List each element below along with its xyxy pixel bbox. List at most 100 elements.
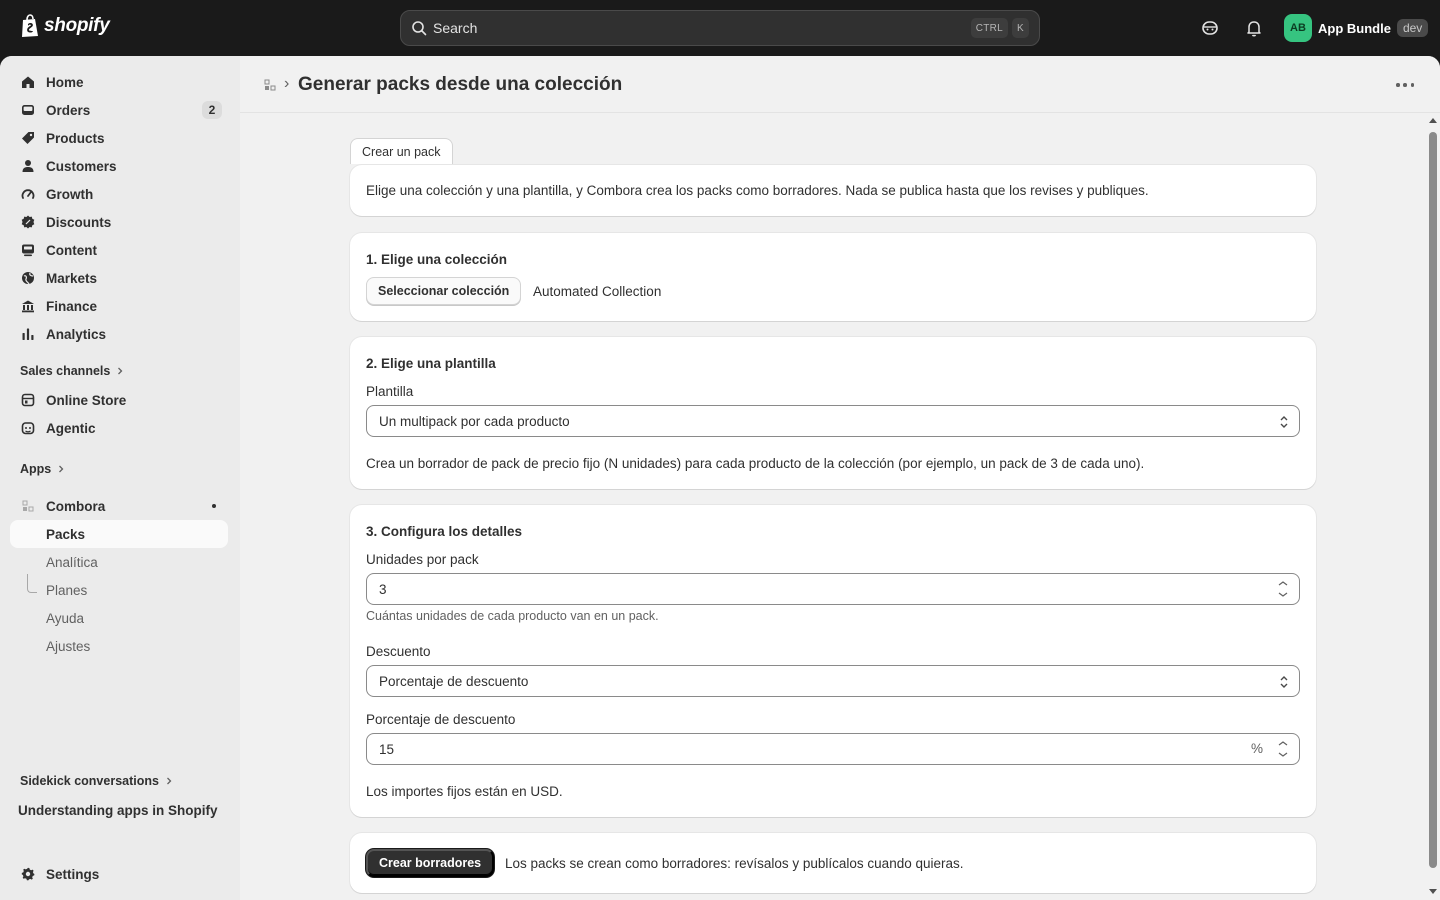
admin-frame: Home Orders 2 Products Customers Growth …	[0, 56, 1440, 900]
discount-icon	[20, 214, 36, 230]
sidebar-subitem-ajustes[interactable]: Ajustes	[10, 632, 228, 660]
sidebar-item-content[interactable]: Content	[10, 236, 228, 264]
select-updown-icon	[1280, 676, 1288, 688]
step2-heading: 2. Elige una plantilla	[366, 356, 496, 371]
app-grid-icon[interactable]	[264, 79, 276, 91]
page-header: › Generar packs desde una colección	[240, 56, 1440, 113]
app-grid-icon	[20, 498, 36, 514]
chevron-right-icon	[118, 367, 123, 375]
template-label: Plantilla	[366, 384, 414, 399]
gauge-icon	[20, 186, 36, 202]
sidebar-subitem-ayuda[interactable]: Ayuda	[10, 604, 228, 632]
sidebar: Home Orders 2 Products Customers Growth …	[0, 56, 240, 900]
content-icon	[20, 242, 36, 258]
sales-channels-header[interactable]: Sales channels	[20, 364, 124, 378]
step1-heading: 1. Elige una colección	[366, 252, 508, 267]
apps-header[interactable]: Apps	[20, 462, 65, 476]
sidebar-item-analytics[interactable]: Analytics	[10, 320, 228, 348]
sidekick-conversation-item[interactable]: Understanding apps in Shopify	[8, 796, 226, 824]
sidebar-item-growth[interactable]: Growth	[10, 180, 228, 208]
main-content: › Generar packs desde una colección Crea…	[240, 56, 1440, 900]
select-collection-button[interactable]: Seleccionar colección	[366, 277, 522, 305]
number-stepper-icon[interactable]	[1273, 577, 1293, 601]
bar-chart-icon	[20, 326, 36, 342]
select-updown-icon	[1280, 416, 1288, 428]
chevron-right-icon	[166, 777, 172, 785]
percent-value: 15	[379, 741, 395, 757]
sidebar-subitem-analitica[interactable]: Analítica	[10, 548, 228, 576]
shortcut-key-k: K	[1012, 18, 1029, 38]
account-menu[interactable]: AB App Bundle dev	[1284, 14, 1429, 42]
number-stepper-icon[interactable]	[1273, 737, 1293, 761]
step3-heading: 3. Configura los detalles	[366, 524, 523, 539]
create-drafts-button[interactable]: Crear borradores	[366, 849, 495, 877]
details-card: 3. Configura los detalles Unidades por p…	[350, 505, 1316, 817]
template-card: 2. Elige una plantilla Plantilla Un mult…	[350, 337, 1316, 489]
template-help: Crea un borrador de pack de precio fijo …	[366, 456, 1145, 471]
collection-card: 1. Elige una colección Seleccionar colec…	[350, 233, 1316, 321]
person-icon	[20, 158, 36, 174]
shortcut-key-ctrl: CTRL	[970, 18, 1009, 38]
gear-icon	[20, 866, 36, 882]
units-value: 3	[379, 581, 387, 597]
more-actions-icon[interactable]	[1396, 78, 1414, 92]
home-icon	[20, 74, 36, 90]
sidebar-item-online-store[interactable]: Online Store	[10, 386, 228, 414]
top-bar: shopify Search CTRL K AB App Bundle dev	[0, 0, 1440, 56]
scrollbar[interactable]	[1426, 116, 1438, 900]
store-icon	[20, 392, 36, 408]
sidebar-item-customers[interactable]: Customers	[10, 152, 228, 180]
shopify-logo[interactable]: shopify	[20, 14, 110, 38]
orders-count-badge: 2	[202, 101, 222, 119]
intro-text: Elige una colección y una plantilla, y C…	[366, 183, 1149, 198]
template-select[interactable]: Un multipack por cada producto	[366, 405, 1300, 437]
bank-icon	[20, 298, 36, 314]
search-icon	[412, 21, 427, 36]
globe-icon	[20, 270, 36, 286]
sidebar-item-combora[interactable]: Combora	[10, 492, 228, 520]
inbox-icon	[20, 102, 36, 118]
selected-collection: Automated Collection	[533, 284, 662, 299]
percent-suffix: %	[1250, 741, 1263, 756]
breadcrumb-chevron-icon: ›	[284, 75, 290, 92]
avatar: AB	[1284, 14, 1312, 42]
sidebar-item-products[interactable]: Products	[10, 124, 228, 152]
intro-card: Elige una colección y una plantilla, y C…	[350, 165, 1316, 216]
tag-icon	[20, 130, 36, 146]
scroll-thumb[interactable]	[1429, 132, 1437, 868]
create-card: Crear borradores Los packs se crean como…	[350, 833, 1316, 893]
sidebar-item-orders[interactable]: Orders 2	[10, 96, 228, 124]
sidebar-item-finance[interactable]: Finance	[10, 292, 228, 320]
store-name: App Bundle	[1318, 20, 1391, 36]
sidebar-item-home[interactable]: Home	[10, 68, 228, 96]
search-bar[interactable]: Search CTRL K	[400, 10, 1040, 46]
sidekick-icon[interactable]	[1200, 18, 1220, 38]
sidebar-item-settings[interactable]: Settings	[10, 860, 228, 888]
units-input[interactable]: 3	[366, 573, 1300, 605]
scroll-up-arrow-icon[interactable]	[1428, 116, 1438, 124]
tab-crear-un-pack[interactable]: Crear un pack	[350, 138, 453, 164]
sidebar-item-discounts[interactable]: Discounts	[10, 208, 228, 236]
discount-select[interactable]: Porcentaje de descuento	[366, 665, 1300, 697]
sidebar-item-agentic[interactable]: Agentic	[10, 414, 228, 442]
bell-icon[interactable]	[1244, 18, 1264, 38]
pinned-dot	[212, 504, 216, 508]
agentic-icon	[20, 420, 36, 436]
percent-input[interactable]: 15 %	[366, 733, 1300, 765]
sidebar-subitem-packs[interactable]: Packs	[10, 520, 228, 548]
units-help: Cuántas unidades de cada producto van en…	[366, 609, 659, 623]
scroll-down-arrow-icon[interactable]	[1428, 888, 1438, 896]
search-placeholder: Search	[433, 20, 478, 36]
currency-note: Los importes fijos están en USD.	[366, 784, 563, 799]
discount-select-value: Porcentaje de descuento	[379, 673, 529, 689]
sidekick-conversations-header[interactable]: Sidekick conversations	[20, 774, 173, 788]
env-badge: dev	[1396, 19, 1429, 37]
percent-label: Porcentaje de descuento	[366, 712, 516, 727]
sidebar-item-markets[interactable]: Markets	[10, 264, 228, 292]
discount-label: Descuento	[366, 644, 431, 659]
sidebar-subitem-planes[interactable]: Planes	[10, 576, 228, 604]
shopify-bag-icon	[22, 14, 38, 37]
page-title: Generar packs desde una colección	[298, 74, 623, 95]
units-label: Unidades por pack	[366, 552, 479, 567]
chevron-right-icon	[59, 465, 64, 473]
